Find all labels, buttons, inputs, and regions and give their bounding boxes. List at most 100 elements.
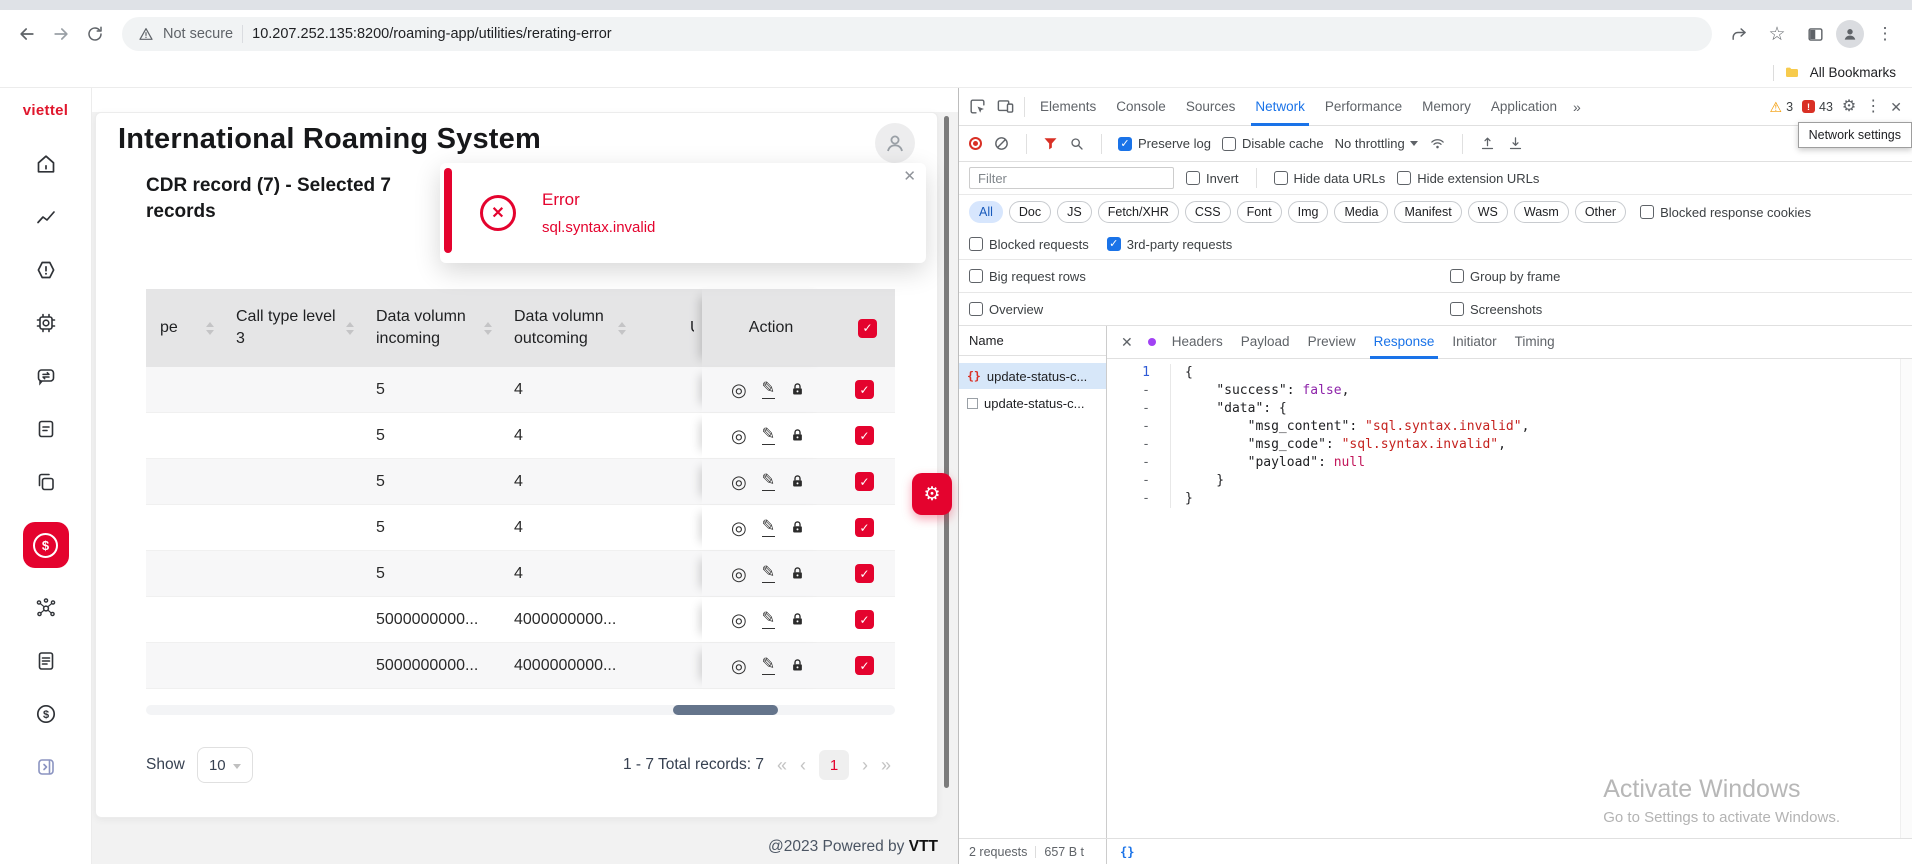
devtools-close-icon[interactable]: ✕ [1890, 100, 1902, 114]
edit-icon[interactable]: ✎ [762, 611, 775, 629]
network-conditions-icon[interactable] [1429, 135, 1446, 152]
detail-tab[interactable]: Preview [1299, 326, 1365, 359]
share-icon[interactable] [1722, 17, 1756, 51]
devtools-tab[interactable]: Sources [1176, 88, 1246, 126]
type-chip[interactable]: JS [1057, 201, 1092, 223]
hide-data-urls-checkbox[interactable]: Hide data URLs [1274, 171, 1386, 186]
type-chip[interactable]: Doc [1009, 201, 1051, 223]
page-scrollbar[interactable] [944, 116, 949, 788]
lock-icon[interactable] [790, 566, 805, 581]
line-chart-icon[interactable] [33, 204, 59, 230]
detail-tab[interactable]: Response [1365, 326, 1444, 359]
edit-icon[interactable]: ✎ [762, 381, 775, 399]
forward-icon[interactable] [44, 17, 78, 51]
blocked-response-cookies-checkbox[interactable]: Blocked response cookies [1640, 205, 1811, 220]
devtools-tab[interactable]: Application [1481, 88, 1567, 126]
more-tabs-icon[interactable]: » [1567, 99, 1587, 115]
user-avatar[interactable] [875, 123, 915, 163]
inspect-element-icon[interactable] [963, 93, 991, 121]
overview-checkbox[interactable]: Overview [969, 302, 1450, 317]
view-icon[interactable]: ◎ [731, 611, 747, 629]
type-chip[interactable]: Other [1575, 201, 1626, 223]
type-chip[interactable]: Wasm [1514, 201, 1569, 223]
col-header-utc[interactable]: UTC [634, 289, 702, 367]
table-horizontal-scrollbar[interactable] [146, 705, 895, 715]
type-chip[interactable]: Img [1288, 201, 1329, 223]
detail-tab[interactable]: Timing [1506, 326, 1564, 359]
page-size-select[interactable]: 10 [197, 747, 253, 783]
devtools-tab[interactable]: Console [1106, 88, 1176, 126]
hide-extension-urls-checkbox[interactable]: Hide extension URLs [1397, 171, 1539, 186]
close-detail-icon[interactable]: ✕ [1113, 334, 1141, 351]
reload-icon[interactable] [78, 17, 112, 51]
detail-tab[interactable]: Payload [1232, 326, 1299, 359]
import-har-icon[interactable] [1479, 135, 1496, 152]
devtools-menu-icon[interactable]: ⋮ [1865, 99, 1881, 115]
filter-icon[interactable] [1043, 136, 1058, 151]
lock-icon[interactable] [790, 612, 805, 627]
type-chip[interactable]: Font [1237, 201, 1282, 223]
col-header-data-volumn-incoming[interactable]: Data volumn incoming [362, 289, 500, 367]
detail-tab[interactable]: Headers [1163, 326, 1232, 359]
bookmark-star-icon[interactable]: ☆ [1760, 17, 1794, 51]
browser-menu-icon[interactable]: ⋮ [1868, 17, 1902, 51]
devtools-tab[interactable]: Memory [1412, 88, 1481, 126]
note-icon[interactable] [33, 416, 59, 442]
edit-icon[interactable]: ✎ [762, 427, 775, 445]
network-nodes-icon[interactable] [33, 595, 59, 621]
search-icon[interactable] [1069, 136, 1085, 152]
detail-tab[interactable]: Initiator [1443, 326, 1505, 359]
type-chip[interactable]: All [969, 201, 1003, 223]
message-sync-icon[interactable] [33, 363, 59, 389]
next-page-button[interactable]: › [862, 756, 868, 774]
device-toolbar-icon[interactable] [991, 93, 1019, 121]
issues-badge[interactable]: ! 43 [1802, 100, 1833, 114]
response-body[interactable]: 1{- "success": false,- "data": {- "msg_c… [1107, 359, 1912, 838]
devtools-tab[interactable]: Elements [1030, 88, 1106, 126]
edit-icon[interactable]: ✎ [762, 657, 775, 675]
big-request-rows-checkbox[interactable]: Big request rows [969, 269, 1450, 284]
table-row[interactable]: 5 4 ◎ ✎ [146, 551, 895, 597]
type-chip[interactable]: Manifest [1394, 201, 1461, 223]
lock-icon[interactable] [790, 382, 805, 397]
export-har-icon[interactable] [1507, 135, 1524, 152]
edit-icon[interactable]: ✎ [762, 473, 775, 491]
all-bookmarks-button[interactable]: All Bookmarks [1810, 65, 1896, 80]
address-bar[interactable]: Not secure 10.207.252.135:8200/roaming-a… [122, 17, 1712, 51]
last-page-button[interactable]: » [881, 756, 891, 774]
col-header-data-volumn-outcoming[interactable]: Data volumn outcoming [500, 289, 634, 367]
row-checkbox[interactable] [855, 472, 874, 491]
table-row[interactable]: 5 4 ◎ ✎ [146, 367, 895, 413]
table-row[interactable]: 5 4 ◎ ✎ [146, 505, 895, 551]
preserve-log-checkbox[interactable]: Preserve log [1118, 136, 1211, 151]
throttling-select[interactable]: No throttling [1335, 136, 1418, 151]
edit-icon[interactable]: ✎ [762, 519, 775, 537]
copy-icon[interactable] [33, 469, 59, 495]
row-checkbox[interactable] [855, 518, 874, 537]
sort-icon[interactable] [618, 322, 626, 335]
sort-icon[interactable] [484, 322, 492, 335]
disable-cache-checkbox[interactable]: Disable cache [1222, 136, 1324, 151]
type-chip[interactable]: Media [1334, 201, 1388, 223]
sort-icon[interactable] [206, 322, 214, 335]
request-row[interactable]: update-status-c... [959, 390, 1106, 416]
row-checkbox[interactable] [855, 656, 874, 675]
row-checkbox[interactable] [855, 564, 874, 583]
alert-hexagon-icon[interactable] [33, 257, 59, 283]
screenshots-checkbox[interactable]: Screenshots [1450, 302, 1542, 317]
row-checkbox[interactable] [855, 426, 874, 445]
browser-profile-avatar[interactable] [1836, 20, 1864, 48]
table-row[interactable]: 5 4 ◎ ✎ [146, 459, 895, 505]
col-header-call-type-level-3[interactable]: Call type level 3 [222, 289, 362, 367]
type-chip[interactable]: CSS [1185, 201, 1231, 223]
current-page-button[interactable]: 1 [819, 750, 849, 780]
type-chip[interactable]: Fetch/XHR [1098, 201, 1179, 223]
lock-icon[interactable] [790, 520, 805, 535]
record-network-log-icon[interactable] [969, 137, 982, 150]
request-list-name-header[interactable]: Name [959, 326, 1106, 356]
toast-close-icon[interactable]: ✕ [903, 167, 916, 185]
response-scrollbar[interactable] [1900, 359, 1912, 838]
table-row[interactable]: 5000000000... 4000000000... ◎ ✎ [146, 643, 895, 689]
document-lines-icon[interactable] [33, 648, 59, 674]
lock-icon[interactable] [790, 474, 805, 489]
